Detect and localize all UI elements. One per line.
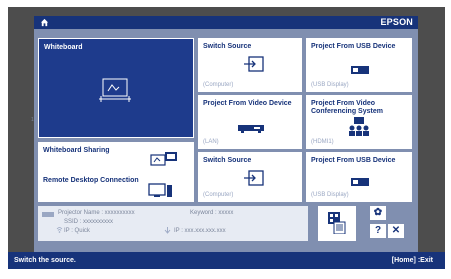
project-video-label: Project From Video Device (203, 100, 292, 107)
switch-source-label-1: Switch Source (203, 43, 252, 50)
help-icon: ? (374, 225, 382, 236)
top-bar: EPSON (34, 16, 418, 29)
settings-button[interactable]: ✿ (370, 206, 386, 220)
settings-icon: ✿ (373, 207, 383, 218)
switch-source-sub-2: (Computer) (203, 192, 234, 198)
remote-desktop-icon (148, 183, 172, 197)
whiteboard-tile[interactable]: Whiteboard 1 (31, 38, 194, 138)
brand-logo: EPSON (380, 17, 413, 27)
close-button[interactable]: ✕ (388, 224, 404, 238)
source-grid: Whiteboard 1 Whiteboard Sharing Remote D… (31, 38, 412, 202)
status-hint: Switch the source. (14, 257, 76, 264)
wireless-icon (56, 227, 63, 233)
project-usb-tile-2[interactable]: Project From USB Device (USB Display) (306, 152, 412, 202)
wired-lan-icon (164, 227, 171, 234)
project-usb-sub-1: (USB Display) (311, 82, 349, 88)
whiteboard-sharing-tile[interactable]: Whiteboard Sharing (38, 142, 194, 172)
ssid: SSID : xxxxxxxxxx (64, 219, 114, 225)
whiteboard-icon (99, 78, 131, 102)
home-panel: EPSON Whiteboard 1 Whiteboard Sharing Re… (31, 16, 418, 260)
switch-source-label-2: Switch Source (203, 157, 252, 164)
qr-code-icon (328, 212, 346, 234)
video-conference-icon (349, 117, 369, 136)
project-vconf-label: Project From Video Conferencing System (311, 100, 383, 115)
projector-name: Projector Name : xxxxxxxxxx (58, 210, 135, 216)
tile-indicator-icon: 1 (31, 117, 34, 123)
help-button[interactable]: ? (370, 224, 386, 238)
close-icon: ✕ (391, 225, 401, 236)
remote-desktop-tile[interactable]: Remote Desktop Connection (38, 172, 194, 202)
network-info-bar: Projector Name : xxxxxxxxxx Keyword : xx… (38, 206, 308, 241)
ip-address: IP : xxx.xxx.xxx.xxx (174, 228, 226, 234)
switch-source-tile-2[interactable]: Switch Source (Computer) (198, 152, 302, 202)
switch-source-icon (244, 170, 264, 186)
keyword: Keyword : xxxxx (190, 210, 234, 216)
ip-quick: IP : Quick (64, 228, 90, 234)
usb-display-icon (351, 66, 369, 74)
project-usb-label-2: Project From USB Device (311, 157, 396, 164)
projector-screen: EPSON Whiteboard 1 Whiteboard Sharing Re… (8, 7, 445, 269)
whiteboard-sharing-icon (150, 152, 177, 166)
home-icon[interactable] (40, 18, 49, 27)
switch-source-tile-1[interactable]: Switch Source (Computer) (198, 38, 302, 92)
project-usb-tile-1[interactable]: Project From USB Device (USB Display) (306, 38, 412, 92)
project-vconf-tile[interactable]: Project From Video Conferencing System (… (306, 95, 412, 149)
project-vconf-sub: (HDMI1) (311, 139, 334, 145)
switch-source-icon (244, 56, 264, 72)
remote-desktop-label: Remote Desktop Connection (43, 177, 139, 184)
projector-icon (42, 212, 54, 217)
usb-display-icon (351, 178, 369, 186)
project-video-tile[interactable]: Project From Video Device (LAN) (198, 95, 302, 149)
whiteboard-sharing-label: Whiteboard Sharing (43, 147, 110, 154)
project-usb-sub-2: (USB Display) (311, 192, 349, 198)
project-usb-label-1: Project From USB Device (311, 43, 396, 50)
status-bar: Switch the source. [Home] :Exit (8, 252, 445, 269)
exit-hint: [Home] :Exit (391, 257, 433, 264)
project-video-sub: (LAN) (203, 139, 219, 145)
whiteboard-label: Whiteboard (44, 44, 83, 51)
switch-source-sub-1: (Computer) (203, 82, 234, 88)
video-device-icon (238, 125, 264, 133)
qr-code-button[interactable] (318, 206, 356, 241)
